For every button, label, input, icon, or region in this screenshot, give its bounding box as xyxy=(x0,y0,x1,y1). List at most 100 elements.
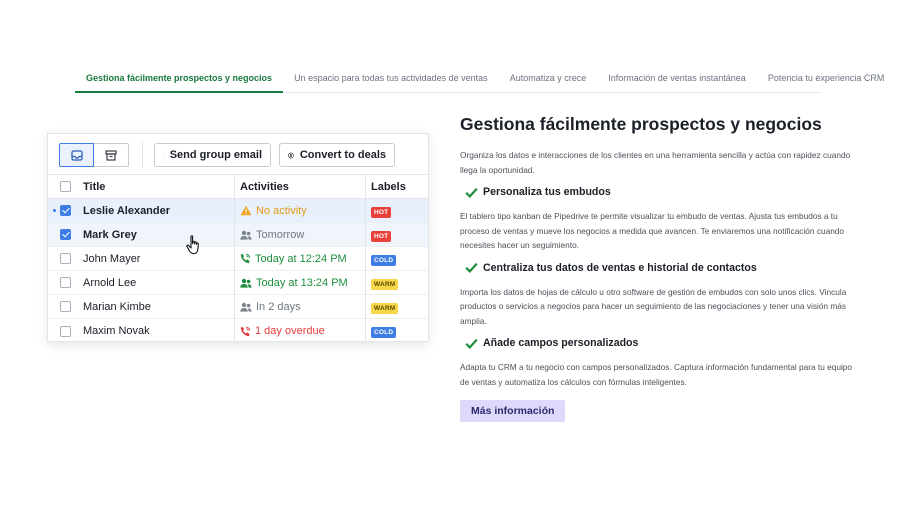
row-title[interactable]: Mark Grey xyxy=(83,229,137,241)
check-icon xyxy=(465,338,478,349)
column-divider xyxy=(365,295,366,318)
intro-text: Organiza los datos e interacciones de lo… xyxy=(460,150,851,175)
svg-text:$: $ xyxy=(290,152,293,157)
label-badge: WARM xyxy=(371,278,399,290)
list-toolbar: Send group email $ Convert to deals xyxy=(48,134,428,175)
feature-text: Importa los datos de hojas de cálculo u … xyxy=(460,286,847,326)
header-title[interactable]: Title xyxy=(83,181,105,193)
table-row[interactable]: Arnold Lee Today at 13:24 PM WARM xyxy=(48,271,428,295)
row-title[interactable]: Leslie Alexander xyxy=(83,205,170,217)
feature-text: Adapta tu CRM a tu negocio con campos pe… xyxy=(460,362,853,387)
check-icon xyxy=(465,187,478,198)
feature-heading: Añade campos personalizados xyxy=(465,337,855,349)
convert-to-deals-button[interactable]: $ Convert to deals xyxy=(279,143,395,167)
column-divider xyxy=(234,199,235,222)
people-icon xyxy=(240,278,252,288)
label-badge: HOT xyxy=(371,230,392,242)
hand-cursor-icon xyxy=(186,235,199,255)
table-row[interactable]: Mark Grey Tomorrow HOT xyxy=(48,223,428,247)
convert-to-deals-label: Convert to deals xyxy=(299,149,386,161)
select-all-checkbox[interactable] xyxy=(60,181,71,192)
page-title: Gestiona fácilmente prospectos y negocio… xyxy=(460,114,822,134)
row-checkbox[interactable] xyxy=(60,253,71,264)
row-label: COLD xyxy=(371,325,397,338)
feature-heading: Personaliza tus embudos xyxy=(465,186,855,198)
row-checkbox[interactable] xyxy=(60,229,71,240)
inbox-view-button[interactable] xyxy=(59,143,94,167)
column-divider xyxy=(365,271,366,294)
label-badge: COLD xyxy=(371,254,397,266)
column-divider xyxy=(234,271,235,294)
mas-informacion-button[interactable]: Más información xyxy=(460,400,566,422)
tab-gestiona[interactable]: Gestiona fácilmente prospectos y negocio… xyxy=(75,64,284,93)
column-divider xyxy=(365,199,366,222)
row-label: WARM xyxy=(371,277,399,290)
row-indicator-dot xyxy=(53,209,56,212)
feature-heading-text: Personaliza tus embudos xyxy=(483,186,611,198)
row-activity[interactable]: Today at 12:24 PM xyxy=(240,253,347,265)
header-labels[interactable]: Labels xyxy=(371,181,406,193)
tab-actividades[interactable]: Un espacio para todas tus actividades de… xyxy=(283,64,499,93)
view-toggle xyxy=(59,143,129,167)
column-divider xyxy=(234,295,235,318)
row-checkbox[interactable] xyxy=(60,277,71,288)
row-activity[interactable]: Today at 13:24 PM xyxy=(240,277,348,289)
feature-text: El tablero tipo kanban de Pipedrive te p… xyxy=(460,211,845,250)
row-activity-text: In 2 days xyxy=(256,300,301,313)
tab-potencia[interactable]: Potencia tu experiencia CRM xyxy=(757,64,896,93)
row-title[interactable]: Arnold Lee xyxy=(83,277,136,289)
row-title[interactable]: John Mayer xyxy=(83,253,140,265)
toolbar-divider xyxy=(142,142,143,168)
column-divider xyxy=(365,247,366,270)
tab-informacion[interactable]: Información de ventas instantánea xyxy=(597,64,757,93)
check-icon xyxy=(465,262,478,273)
row-label: HOT xyxy=(371,205,392,218)
warning-icon xyxy=(240,205,252,216)
row-activity[interactable]: 1 day overdue xyxy=(240,325,325,337)
row-checkbox[interactable] xyxy=(60,325,71,337)
table-row[interactable]: Leslie Alexander No activity HOT xyxy=(48,199,428,223)
table-header: Title Activities Labels xyxy=(48,175,428,199)
row-activity-text: Tomorrow xyxy=(256,228,305,241)
row-label: COLD xyxy=(371,253,397,266)
feature-heading: Centraliza tus datos de ventas e histori… xyxy=(465,262,855,274)
column-divider xyxy=(234,223,235,246)
table-row[interactable]: John Mayer Today at 12:24 PM COLD xyxy=(48,247,428,271)
header-activities[interactable]: Activities xyxy=(240,181,289,193)
mail-icon xyxy=(163,154,164,156)
phone-icon xyxy=(240,253,251,264)
feature-heading-text: Centraliza tus datos de ventas e histori… xyxy=(483,261,757,274)
feature-tabs: Gestiona fácilmente prospectos y negocio… xyxy=(75,64,884,93)
row-activity[interactable]: In 2 days xyxy=(240,301,301,313)
tab-automatiza[interactable]: Automatiza y crece xyxy=(499,64,598,93)
archive-icon xyxy=(105,149,117,161)
table-row[interactable]: Maxim Novak 1 day overdue COLD xyxy=(48,319,428,341)
row-activity-text: No activity xyxy=(256,204,307,217)
row-activity-text: Today at 12:24 PM xyxy=(255,252,347,265)
row-checkbox[interactable] xyxy=(60,301,71,312)
crm-list-panel: Send group email $ Convert to deals Titl… xyxy=(47,133,429,342)
send-group-email-button[interactable]: Send group email xyxy=(154,143,271,167)
label-badge: COLD xyxy=(371,327,397,338)
people-icon xyxy=(240,230,252,240)
column-divider xyxy=(365,319,366,341)
row-activity[interactable]: No activity xyxy=(240,205,307,217)
row-activity-text: Today at 13:24 PM xyxy=(256,276,348,289)
column-divider xyxy=(234,319,235,341)
column-divider xyxy=(234,247,235,270)
row-label: WARM xyxy=(371,301,399,314)
archive-view-button[interactable] xyxy=(94,143,129,167)
row-label: HOT xyxy=(371,229,392,242)
row-title[interactable]: Marian Kimbe xyxy=(83,301,151,313)
send-group-email-label: Send group email xyxy=(169,149,262,161)
row-activity-text: 1 day overdue xyxy=(255,325,325,337)
table-row[interactable]: Marian Kimbe In 2 days WARM xyxy=(48,295,428,319)
label-badge: HOT xyxy=(371,206,392,218)
dollar-icon: $ xyxy=(288,152,294,158)
row-activity[interactable]: Tomorrow xyxy=(240,229,304,241)
people-icon xyxy=(240,302,252,312)
row-checkbox[interactable] xyxy=(60,205,71,216)
row-title[interactable]: Maxim Novak xyxy=(83,325,150,337)
inbox-icon xyxy=(70,149,83,161)
feature-content: Gestiona fácilmente prospectos y negocio… xyxy=(460,114,855,422)
